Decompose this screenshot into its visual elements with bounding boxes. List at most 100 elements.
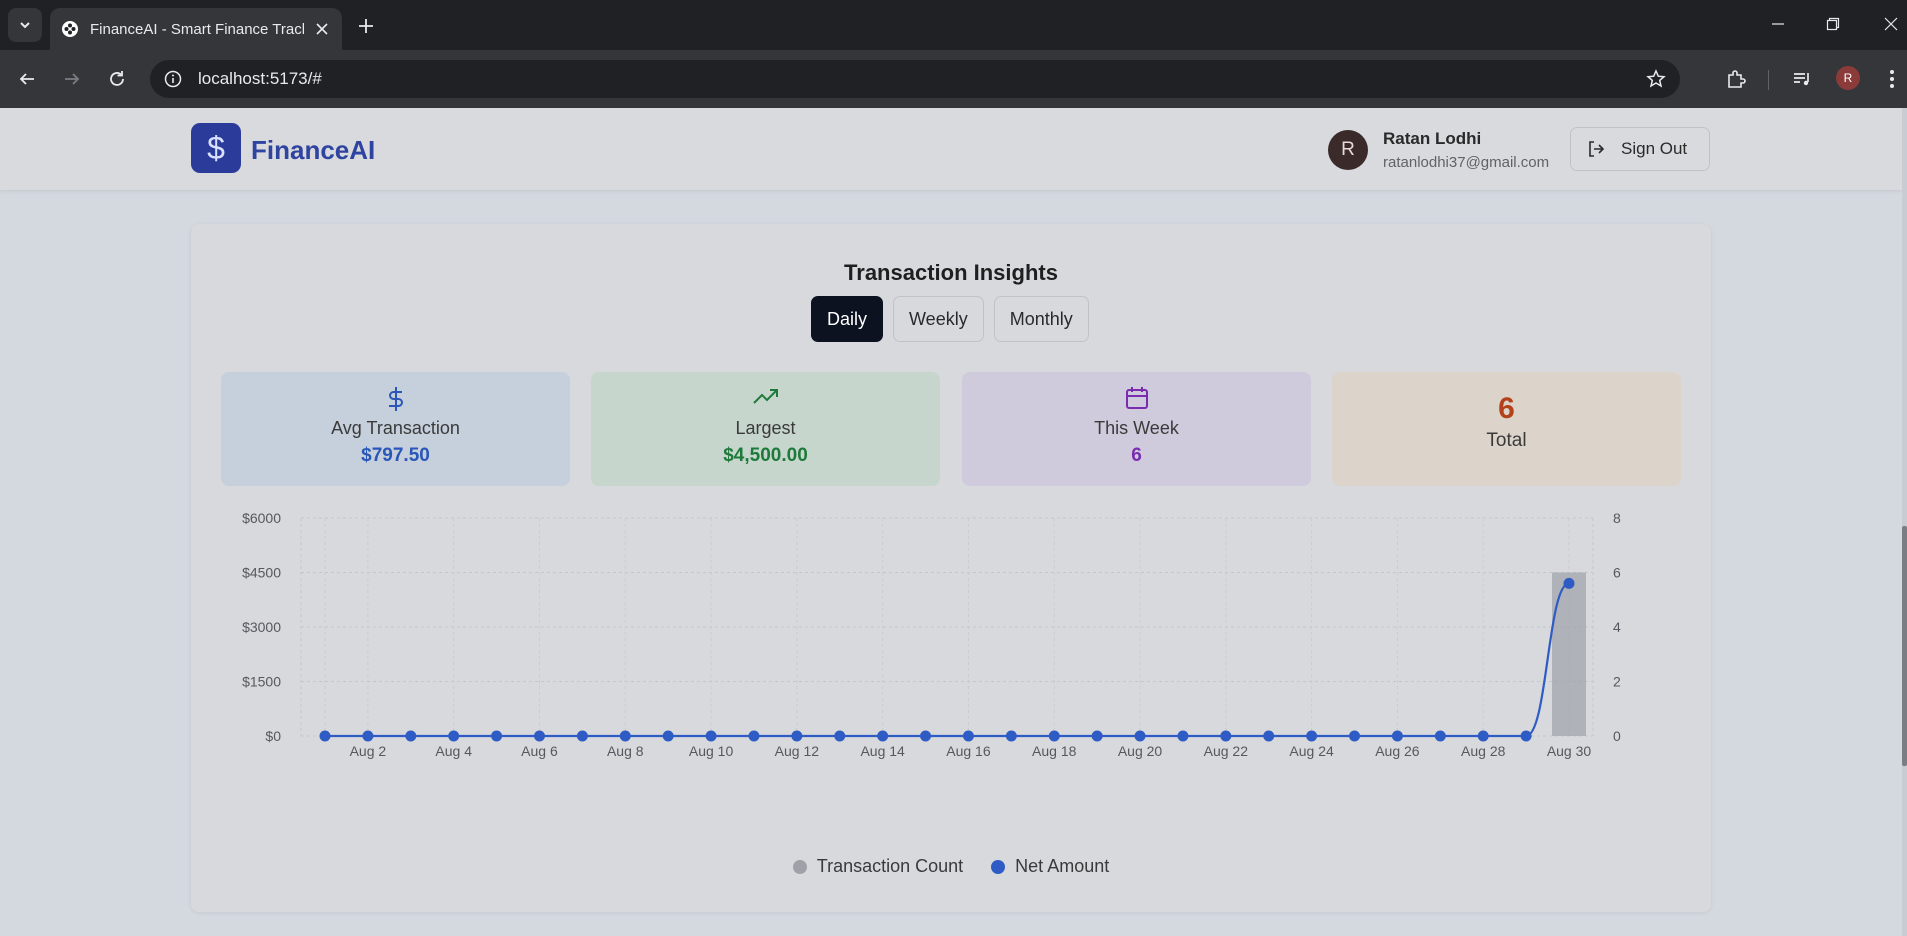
x-tick-label: Aug 12 — [775, 743, 820, 759]
restore-button[interactable] — [1813, 8, 1853, 40]
close-window-button[interactable] — [1871, 8, 1907, 40]
point-net-amount — [619, 730, 631, 742]
minimize-button[interactable] — [1758, 8, 1798, 40]
dollar-icon — [221, 372, 570, 418]
chevron-down-icon — [20, 22, 30, 29]
point-net-amount — [576, 730, 588, 742]
reload-button[interactable] — [101, 63, 133, 95]
address-bar[interactable]: localhost:5173/# — [150, 60, 1680, 98]
sign-out-button[interactable]: Sign Out — [1570, 127, 1710, 171]
stat-total: 6 Total — [1332, 372, 1681, 486]
point-net-amount — [834, 730, 846, 742]
stat-value: 6 — [1498, 392, 1515, 425]
tab-daily[interactable]: Daily — [811, 296, 884, 342]
bar-transaction-count — [1552, 572, 1586, 736]
trending-up-icon — [591, 372, 940, 418]
point-net-amount — [1477, 730, 1489, 742]
legend-swatch — [792, 859, 807, 874]
stat-avg-transaction: Avg Transaction $797.50 — [221, 372, 570, 486]
bookmark-star-icon[interactable] — [1646, 69, 1666, 89]
profile-avatar[interactable]: R — [1836, 66, 1860, 90]
point-net-amount — [405, 730, 417, 742]
x-tick-label: Aug 8 — [607, 743, 644, 759]
stat-label: This Week — [1094, 418, 1179, 438]
tab-close-icon[interactable] — [312, 19, 332, 39]
x-tick-label: Aug 4 — [435, 743, 472, 759]
user-avatar[interactable]: R — [1328, 130, 1368, 170]
x-tick-label: Aug 28 — [1461, 743, 1506, 759]
point-net-amount — [1005, 730, 1017, 742]
y-left-tick-label: $1500 — [242, 674, 281, 690]
new-tab-button[interactable] — [352, 12, 380, 40]
tab-monthly[interactable]: Monthly — [993, 296, 1089, 342]
arrow-right-icon — [65, 73, 80, 85]
stat-this-week: This Week 6 — [962, 372, 1311, 486]
line-net-amount — [324, 582, 1570, 738]
point-net-amount — [1220, 730, 1232, 742]
point-net-amount — [1263, 730, 1275, 742]
favicon-icon — [60, 19, 80, 39]
point-net-amount — [1434, 730, 1446, 742]
back-button[interactable] — [11, 63, 43, 95]
app-logo[interactable]: $ — [191, 123, 241, 173]
forward-button[interactable] — [56, 63, 88, 95]
page-scrollbar[interactable] — [1902, 108, 1907, 936]
point-net-amount — [1134, 730, 1146, 742]
y-left-tick-label: $6000 — [242, 510, 281, 526]
stat-label: Largest — [735, 418, 796, 438]
card-title: Transaction Insights — [844, 260, 1058, 285]
stat-value: $4,500.00 — [723, 445, 808, 466]
x-tick-label: Aug 18 — [1032, 743, 1077, 759]
browser-menu-button[interactable] — [1878, 65, 1906, 93]
y-right-tick-label: 0 — [1613, 728, 1621, 744]
user-email: ratanlodhi37@gmail.com — [1383, 154, 1550, 171]
chart-svg: $0 $1500 $3000 $4500 $6000 0 2 4 6 8 Aug 2 Aug 4 Aug… — [242, 510, 1621, 759]
restore-icon — [1826, 17, 1840, 31]
legend-item-net-amount[interactable]: Net Amount — [991, 856, 1109, 877]
tab-title: FinanceAI - Smart Finance Track — [90, 20, 304, 38]
point-net-amount — [362, 730, 374, 742]
scrollbar-thumb[interactable] — [1902, 526, 1907, 766]
transaction-chart: $0 $1500 $3000 $4500 $6000 0 2 4 6 8 Aug 2 Aug 4 Aug… — [191, 504, 1711, 864]
plus-icon — [359, 19, 373, 33]
legend-label: Transaction Count — [816, 856, 964, 876]
point-net-amount — [1520, 730, 1532, 742]
stat-label: Total — [1486, 430, 1527, 451]
reload-icon — [110, 71, 124, 86]
point-net-amount — [1091, 730, 1103, 742]
x-tick-label: Aug 22 — [1204, 743, 1249, 759]
point-net-amount — [920, 730, 932, 742]
stat-largest: Largest $4,500.00 — [591, 372, 940, 486]
playlist-icon — [1794, 73, 1809, 86]
app-name[interactable]: FinanceAI — [251, 135, 375, 166]
x-tick-label: Aug 16 — [946, 743, 991, 759]
point-net-amount — [448, 730, 460, 742]
app-header: $ FinanceAI R Ratan Lodhi ratanlodhi37@g… — [0, 108, 1902, 190]
tab-search-button[interactable] — [8, 8, 42, 42]
extensions-button[interactable] — [1722, 65, 1750, 93]
point-net-amount — [962, 730, 974, 742]
toolbar-separator — [1768, 70, 1769, 90]
page-viewport: $ FinanceAI R Ratan Lodhi ratanlodhi37@g… — [0, 108, 1907, 936]
x-tick-label: Aug 10 — [689, 743, 734, 759]
tab-weekly[interactable]: Weekly — [893, 296, 984, 342]
legend-item-count[interactable]: Transaction Count — [792, 856, 964, 877]
y-right-tick-label: 4 — [1613, 619, 1621, 635]
y-right-tick-label: 8 — [1613, 510, 1621, 526]
sign-out-label: Sign Out — [1621, 139, 1688, 158]
browser-tab[interactable]: FinanceAI - Smart Finance Track — [50, 8, 342, 50]
site-info-icon[interactable] — [154, 60, 192, 98]
x-tick-label: Aug 24 — [1289, 743, 1334, 759]
chart-legend: Transaction Count Net Amount — [191, 856, 1711, 877]
stat-value: $797.50 — [361, 445, 430, 466]
y-right-tick-label: 2 — [1613, 674, 1621, 690]
y-right-tick-label: 6 — [1613, 565, 1621, 581]
point-net-amount — [319, 730, 331, 742]
point-net-amount — [491, 730, 503, 742]
log-out-icon — [1589, 141, 1605, 157]
x-tick-label: Aug 6 — [521, 743, 558, 759]
y-left-tick-label: $3000 — [242, 619, 281, 635]
point-net-amount — [791, 730, 803, 742]
point-net-amount — [533, 730, 545, 742]
media-controls-button[interactable] — [1788, 65, 1816, 93]
